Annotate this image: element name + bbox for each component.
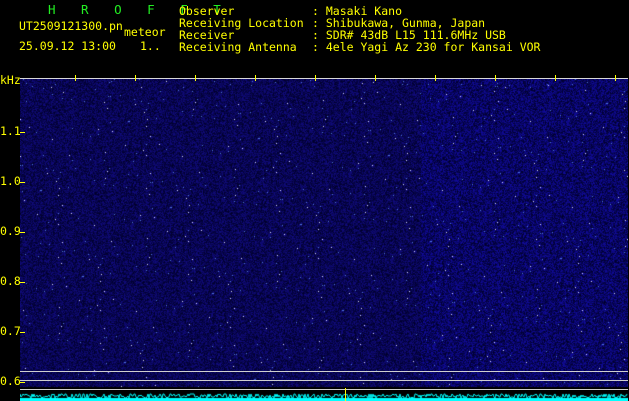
x-tick [555, 75, 556, 81]
mode-label: meteor [124, 25, 166, 39]
spectrogram-canvas [20, 79, 628, 401]
y-tick-label: 1.0 [0, 174, 21, 188]
y-tick-label: 1.1 [0, 124, 21, 138]
datetime-label: 25.09.12 13:00 [19, 39, 116, 53]
x-tick [135, 75, 136, 81]
filename-label: UT2509121300.pn [19, 19, 123, 33]
y-tick [20, 332, 25, 333]
y-tick [20, 182, 25, 183]
reference-line [20, 371, 628, 372]
y-tick [20, 382, 25, 383]
spectrogram-plot[interactable] [20, 75, 628, 401]
x-tick [615, 75, 616, 81]
x-tick [435, 75, 436, 81]
y-tick [20, 282, 25, 283]
y-tick-label: 0.6 [0, 374, 21, 388]
antenna-label: Receiving Antenna [179, 40, 297, 54]
x-tick [375, 75, 376, 81]
y-tick [20, 232, 25, 233]
index-label: 1.. [140, 39, 161, 53]
x-tick [255, 75, 256, 81]
x-tick [195, 75, 196, 81]
antenna-value: : 4ele Yagi Az 230 for Kansai VOR [312, 40, 541, 54]
time-cursor [345, 388, 346, 401]
reference-line [20, 389, 628, 390]
y-tick-label: 0.8 [0, 274, 21, 288]
y-tick-label: 0.9 [0, 224, 21, 238]
x-tick [495, 75, 496, 81]
y-tick [20, 132, 25, 133]
x-tick [75, 75, 76, 81]
y-axis-unit: kHz [0, 73, 21, 87]
x-tick [315, 75, 316, 81]
y-tick-label: 0.7 [0, 324, 21, 338]
reference-line [20, 380, 628, 381]
